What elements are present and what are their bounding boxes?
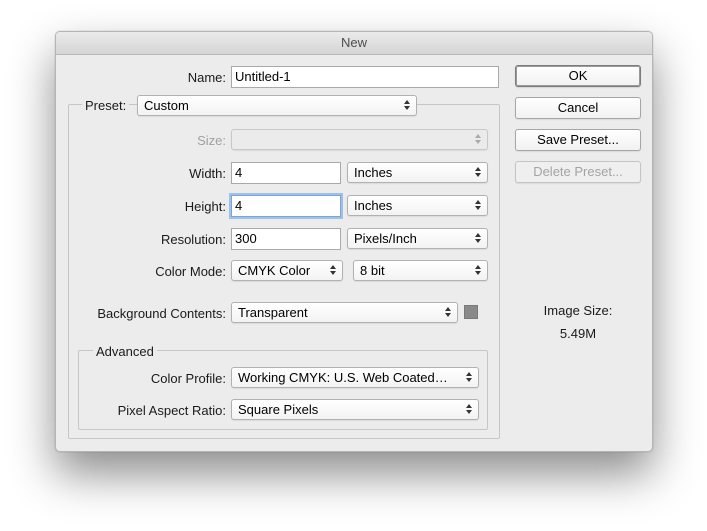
window-title: New <box>56 32 652 55</box>
preset-select[interactable]: Custom <box>137 95 417 116</box>
width-unit-value: Inches <box>354 165 393 180</box>
resolution-input[interactable]: 300 <box>231 228 341 250</box>
resolution-unit-value: Pixels/Inch <box>354 231 417 246</box>
color-profile-value: Working CMYK: U.S. Web Coated… <box>238 370 448 385</box>
pixel-aspect-select[interactable]: Square Pixels <box>231 399 479 420</box>
new-document-dialog: New Name: Untitled-1 Preset: Custom Size… <box>55 31 653 452</box>
pixel-aspect-label: Pixel Aspect Ratio: <box>117 403 226 418</box>
image-size-value: 5.49M <box>559 326 597 341</box>
width-input[interactable]: 4 <box>231 162 341 184</box>
resolution-label: Resolution: <box>160 232 226 247</box>
resolution-unit-select[interactable]: Pixels/Inch <box>347 228 488 249</box>
cancel-button[interactable]: Cancel <box>515 97 641 119</box>
size-label: Size: <box>197 133 226 148</box>
preset-value: Custom <box>144 98 189 113</box>
ok-button[interactable]: OK <box>515 65 641 87</box>
select-arrows-icon <box>330 264 336 276</box>
advanced-title: Advanced <box>93 344 157 359</box>
pixel-aspect-value: Square Pixels <box>238 402 319 417</box>
color-mode-select[interactable]: CMYK Color <box>231 260 343 281</box>
color-profile-select[interactable]: Working CMYK: U.S. Web Coated… <box>231 367 479 388</box>
delete-preset-button: Delete Preset... <box>515 161 641 183</box>
image-size-label: Image Size: <box>543 303 613 318</box>
width-unit-select[interactable]: Inches <box>347 162 488 183</box>
select-arrows-icon <box>475 133 481 145</box>
name-input[interactable]: Untitled-1 <box>231 66 499 88</box>
size-select <box>231 129 488 150</box>
color-mode-label: Color Mode: <box>155 264 226 279</box>
background-contents-value: Transparent <box>238 305 308 320</box>
name-label: Name: <box>187 70 226 85</box>
select-arrows-icon <box>475 199 481 211</box>
select-arrows-icon <box>466 403 472 415</box>
preset-label: Preset: <box>82 98 130 113</box>
background-color-swatch[interactable] <box>464 305 478 319</box>
select-arrows-icon <box>475 264 481 276</box>
select-arrows-icon <box>445 306 451 318</box>
bit-depth-select[interactable]: 8 bit <box>353 260 488 281</box>
select-arrows-icon <box>404 99 410 111</box>
background-contents-select[interactable]: Transparent <box>231 302 458 323</box>
save-preset-button[interactable]: Save Preset... <box>515 129 641 151</box>
height-input[interactable]: 4 <box>231 195 341 217</box>
select-arrows-icon <box>475 166 481 178</box>
color-profile-label: Color Profile: <box>150 371 226 386</box>
bit-depth-value: 8 bit <box>360 263 385 278</box>
height-label: Height: <box>184 199 226 214</box>
select-arrows-icon <box>466 371 472 383</box>
height-unit-select[interactable]: Inches <box>347 195 488 216</box>
width-label: Width: <box>189 166 226 181</box>
background-contents-label: Background Contents: <box>97 306 226 321</box>
height-unit-value: Inches <box>354 198 393 213</box>
color-mode-value: CMYK Color <box>238 263 311 278</box>
select-arrows-icon <box>475 232 481 244</box>
